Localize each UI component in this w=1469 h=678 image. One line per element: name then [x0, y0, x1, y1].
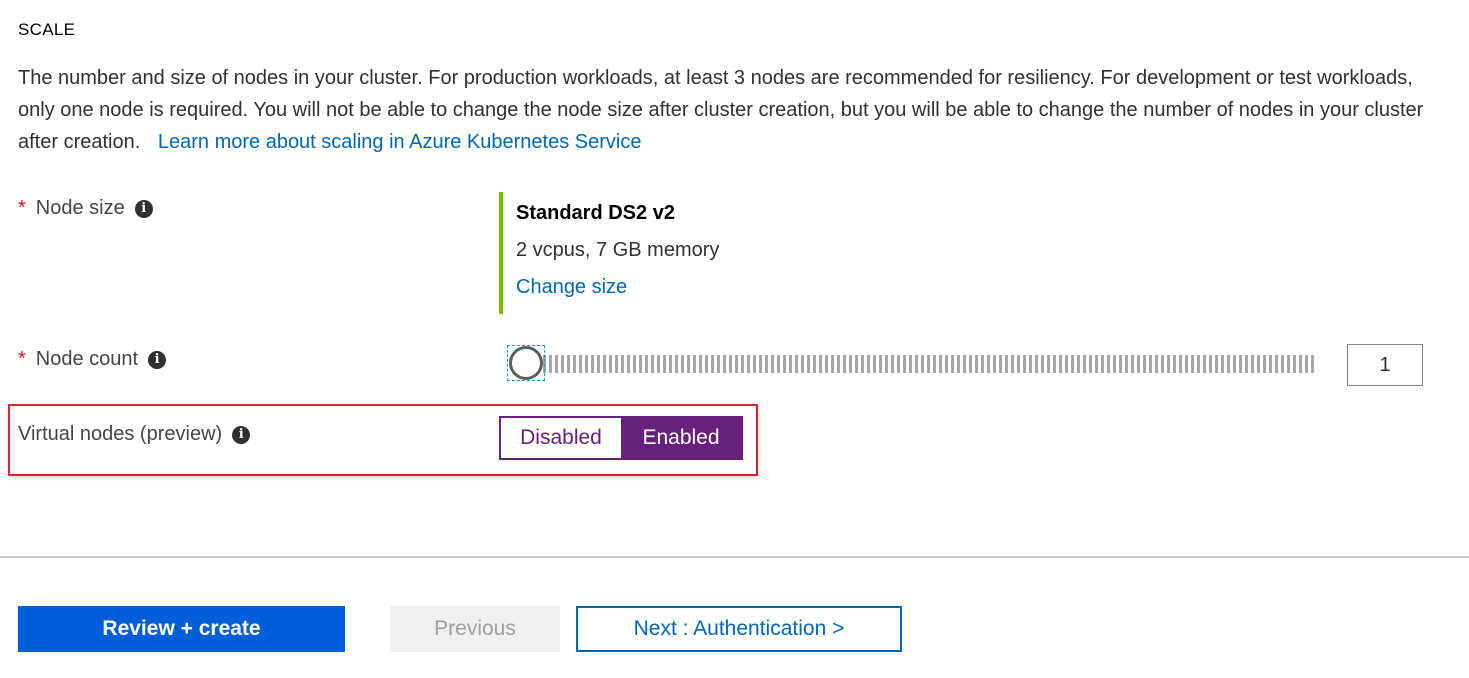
virtual-nodes-toggle[interactable]: Disabled Enabled [499, 416, 743, 460]
change-size-link[interactable]: Change size [516, 276, 719, 299]
virtual-nodes-label: Virtual nodes (preview) [18, 423, 223, 445]
node-size-name: Standard DS2 v2 [516, 202, 675, 224]
required-marker: * [18, 348, 26, 370]
node-size-spec: 2 vcpus, 7 GB memory [516, 239, 720, 261]
info-icon[interactable]: i [148, 350, 167, 369]
info-icon[interactable]: i [232, 425, 251, 444]
slider-track[interactable] [537, 355, 1317, 373]
section-title: SCALE [18, 20, 76, 39]
node-size-label-row: * Node size i [18, 197, 153, 220]
node-size-label: Node size [35, 197, 125, 219]
node-size-selection: Standard DS2 v2 2 vcpus, 7 GB memory Cha… [499, 192, 719, 314]
info-icon[interactable]: i [134, 199, 153, 218]
aks-scale-page: SCALE The number and size of nodes in yo… [0, 0, 1469, 678]
toggle-disabled-option[interactable]: Disabled [501, 418, 621, 458]
slider-thumb[interactable] [509, 346, 543, 380]
next-authentication-button[interactable]: Next : Authentication > [576, 606, 902, 652]
footer-divider [0, 556, 1469, 558]
previous-button[interactable]: Previous [390, 606, 560, 652]
review-create-button[interactable]: Review + create [18, 606, 345, 652]
node-count-label-row: * Node count i [18, 348, 167, 371]
node-count-input[interactable] [1347, 344, 1423, 386]
required-marker: * [18, 197, 26, 219]
learn-more-link[interactable]: Learn more about scaling in Azure Kubern… [158, 131, 642, 153]
virtual-nodes-label-row: Virtual nodes (preview) i [18, 423, 251, 446]
toggle-enabled-option[interactable]: Enabled [621, 418, 741, 458]
scale-description: The number and size of nodes in your clu… [18, 62, 1448, 158]
node-count-label: Node count [35, 348, 139, 370]
node-count-slider[interactable] [507, 344, 1317, 384]
